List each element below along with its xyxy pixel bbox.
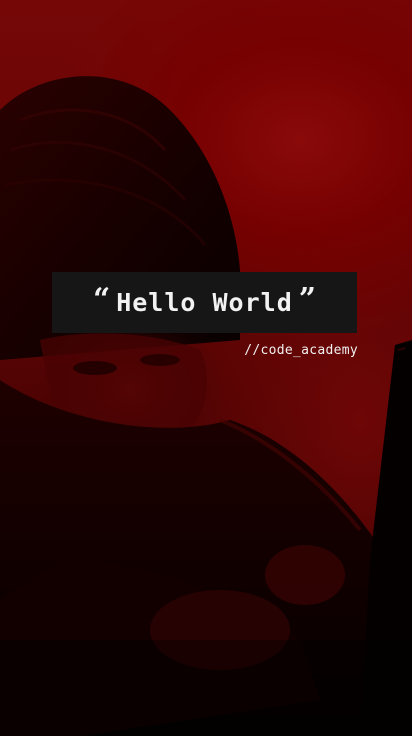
hooded-coder-photo (0, 76, 412, 736)
closing-quote-mark: ” (298, 281, 317, 317)
opening-quote-mark: “ (92, 281, 111, 317)
poster-canvas: “ Hello World ” //code_academy (0, 0, 412, 736)
tagline-text: //code_academy (244, 343, 358, 358)
headline-box: “ Hello World ” (52, 272, 357, 333)
headline-text: Hello World (116, 288, 293, 317)
